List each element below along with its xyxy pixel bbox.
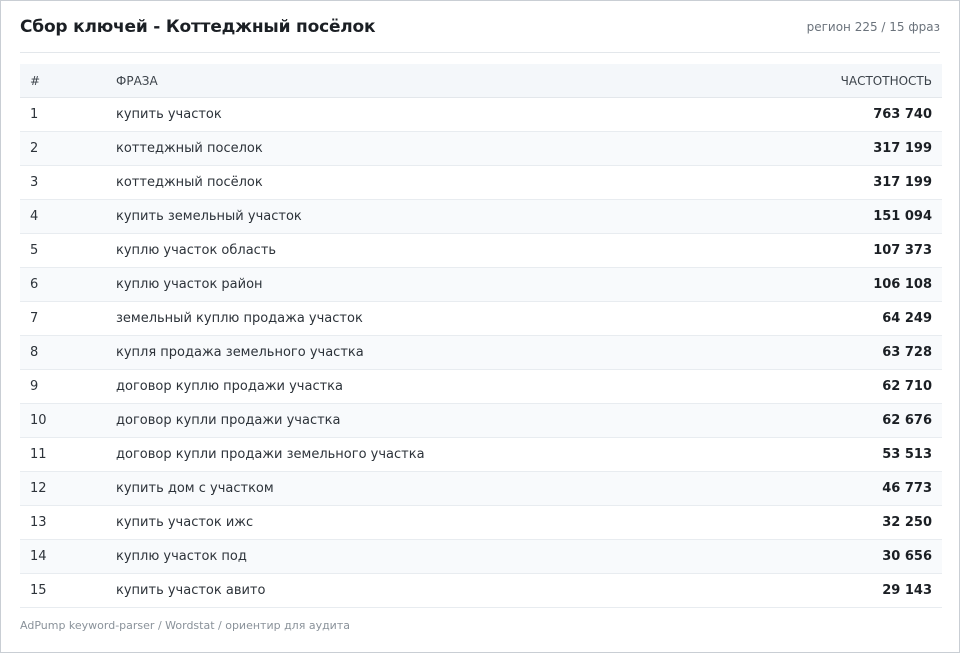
row-frequency: 30 656: [882, 549, 932, 564]
table-row: 10 договор купли продажи участка 62 676: [20, 404, 942, 438]
row-frequency: 53 513: [882, 447, 932, 462]
row-frequency: 32 250: [882, 515, 932, 530]
row-frequency: 317 199: [873, 141, 932, 156]
row-number: 10: [30, 413, 47, 428]
row-frequency: 62 676: [882, 413, 932, 428]
row-number: 2: [30, 141, 39, 156]
row-number: 12: [30, 481, 47, 496]
row-phrase: купить земельный участок: [116, 209, 302, 224]
column-header-phrase: ФРАЗА: [116, 73, 158, 88]
table-row: 5 куплю участок область 107 373: [20, 234, 942, 268]
row-phrase: договор купли продажи участка: [116, 413, 341, 428]
row-frequency: 107 373: [873, 243, 932, 258]
row-frequency: 63 728: [882, 345, 932, 360]
row-phrase: купля продажа земельного участка: [116, 345, 364, 360]
table-row: 11 договор купли продажи земельного участ…: [20, 438, 942, 472]
row-phrase: куплю участок под: [116, 549, 247, 564]
report-meta: регион 225 / 15 фраз: [806, 19, 940, 34]
row-phrase: купить дом с участком: [116, 481, 274, 496]
row-number: 14: [30, 549, 47, 564]
table-header-row: # ФРАЗА ЧАСТОТНОСТЬ: [20, 64, 942, 98]
keywords-table: # ФРАЗА ЧАСТОТНОСТЬ 1 купить участок 763 7…: [20, 64, 942, 608]
row-number: 9: [30, 379, 39, 394]
row-phrase: куплю участок область: [116, 243, 277, 258]
page-title: Сбор ключей - Коттеджный посёлок: [20, 16, 376, 37]
row-phrase: купить участок авито: [116, 583, 266, 598]
row-number: 8: [30, 345, 39, 360]
table-row: 15 купить участок авито 29 143: [20, 574, 942, 608]
table-row: 1 купить участок 763 740: [20, 98, 942, 132]
table-row: 7 земельный куплю продажа участок 64 249: [20, 302, 942, 336]
row-number: 3: [30, 175, 39, 190]
row-number: 11: [30, 447, 47, 462]
row-frequency: 763 740: [873, 107, 932, 122]
row-number: 6: [30, 277, 39, 292]
table-row: 13 купить участок ижс 32 250: [20, 506, 942, 540]
row-phrase: коттеджный поселок: [116, 141, 263, 156]
table-row: 8 купля продажа земельного участка 63 728: [20, 336, 942, 370]
table-row: 6 куплю участок район 106 108: [20, 268, 942, 302]
row-number: 15: [30, 583, 47, 598]
row-number: 1: [30, 107, 39, 122]
report-panel: Сбор ключей - Коттеджный посёлок регион …: [0, 0, 960, 653]
row-frequency: 62 710: [882, 379, 932, 394]
row-phrase: договор куплю продажи участка: [116, 379, 343, 394]
row-frequency: 317 199: [873, 175, 932, 190]
table-row: 12 купить дом с участком 46 773: [20, 472, 942, 506]
row-phrase: земельный куплю продажа участок: [116, 311, 363, 326]
row-frequency: 106 108: [873, 277, 932, 292]
row-frequency: 64 249: [882, 311, 932, 326]
row-frequency: 151 094: [873, 209, 932, 224]
row-number: 4: [30, 209, 39, 224]
table-body: 1 купить участок 763 740 2 коттеджный посело…: [20, 98, 942, 608]
row-number: 7: [30, 311, 39, 326]
column-header-frequency: ЧАСТОТНОСТЬ: [840, 73, 932, 88]
row-number: 13: [30, 515, 47, 530]
table-row: 14 куплю участок под 30 656: [20, 540, 942, 574]
column-header-number: #: [30, 73, 41, 88]
row-frequency: 46 773: [882, 481, 932, 496]
row-phrase: коттеджный посёлок: [116, 175, 263, 190]
footer-note: AdPump keyword-parser / Wordstat / ориен…: [20, 619, 350, 632]
report-header: Сбор ключей - Коттеджный посёлок регион …: [20, 1, 940, 53]
table-row: 3 коттеджный посёлок 317 199: [20, 166, 942, 200]
table-row: 4 купить земельный участок 151 094: [20, 200, 942, 234]
table-row: 9 договор куплю продажи участка 62 710: [20, 370, 942, 404]
row-phrase: купить участок ижс: [116, 515, 254, 530]
row-phrase: договор купли продажи земельного участка: [116, 447, 425, 462]
row-number: 5: [30, 243, 39, 258]
table-row: 2 коттеджный поселок 317 199: [20, 132, 942, 166]
row-frequency: 29 143: [882, 583, 932, 598]
row-phrase: купить участок: [116, 107, 222, 122]
row-phrase: куплю участок район: [116, 277, 263, 292]
